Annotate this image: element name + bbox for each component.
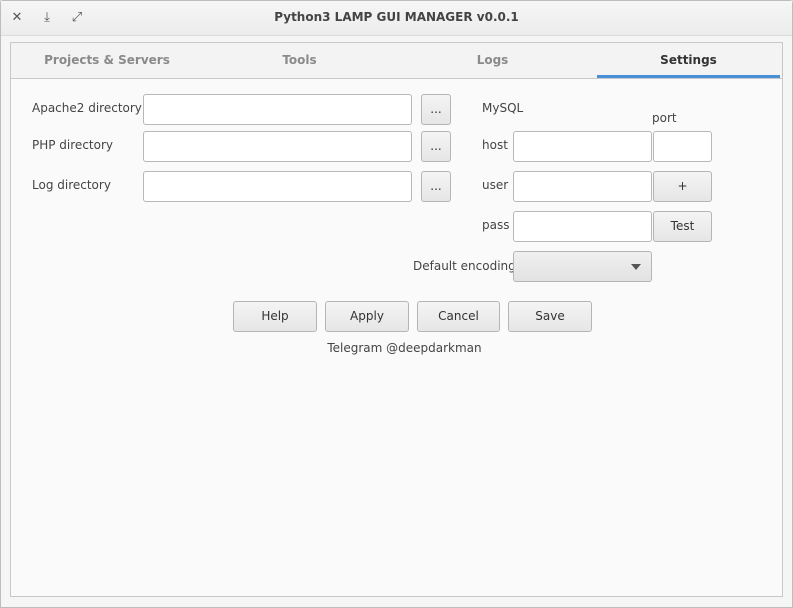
tab-bar: Projects & Servers Tools Logs Settings	[11, 43, 782, 79]
host-input[interactable]	[513, 131, 652, 162]
user-label: user	[482, 178, 509, 192]
main-panel: Projects & Servers Tools Logs Settings A…	[10, 42, 783, 597]
log-directory-label: Log directory	[32, 178, 111, 192]
telegram-contact: Telegram @deepdarkman	[327, 341, 482, 355]
password-input[interactable]	[513, 211, 652, 242]
tab-logs[interactable]: Logs	[396, 43, 589, 78]
user-input[interactable]	[513, 171, 652, 202]
save-button[interactable]: Save	[508, 301, 592, 332]
help-button[interactable]: Help	[233, 301, 317, 332]
apache-browse-button[interactable]: ...	[421, 94, 451, 125]
port-label: port	[652, 111, 677, 125]
tab-projects-servers[interactable]: Projects & Servers	[11, 43, 203, 78]
host-label: host	[482, 138, 508, 152]
mysql-heading: MySQL	[482, 101, 524, 115]
default-encoding-label: Default encoding	[413, 259, 516, 273]
log-directory-input[interactable]	[143, 171, 412, 202]
apache-directory-input[interactable]	[143, 94, 412, 125]
test-connection-button[interactable]: Test	[653, 211, 712, 242]
chevron-down-icon	[631, 264, 641, 270]
app-window: ✕ ⤓ ⤢ Python3 LAMP GUI MANAGER v0.0.1 Pr…	[0, 0, 793, 608]
php-directory-label: PHP directory	[32, 138, 113, 152]
encoding-dropdown[interactable]	[513, 251, 652, 282]
log-browse-button[interactable]: ...	[421, 171, 451, 202]
php-browse-button[interactable]: ...	[421, 131, 451, 162]
cancel-button[interactable]: Cancel	[417, 301, 500, 332]
title-bar: ✕ ⤓ ⤢ Python3 LAMP GUI MANAGER v0.0.1	[1, 1, 792, 36]
tab-tools[interactable]: Tools	[203, 43, 396, 78]
apache-directory-label: Apache2 directory	[32, 101, 142, 115]
add-user-button[interactable]: +	[653, 171, 712, 202]
pass-label: pass	[482, 218, 510, 232]
apply-button[interactable]: Apply	[325, 301, 409, 332]
port-input[interactable]	[653, 131, 712, 162]
tab-settings[interactable]: Settings	[597, 43, 780, 78]
php-directory-input[interactable]	[143, 131, 412, 162]
window-title: Python3 LAMP GUI MANAGER v0.0.1	[274, 10, 519, 24]
